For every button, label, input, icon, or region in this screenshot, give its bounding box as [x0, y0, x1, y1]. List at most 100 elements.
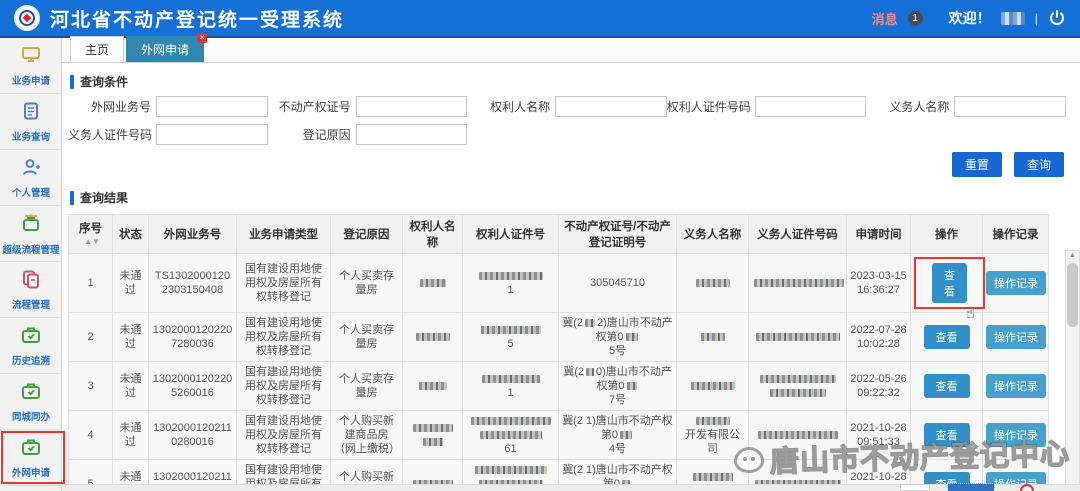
- sidebar-item-extra-8[interactable]: [0, 486, 61, 491]
- reset-button[interactable]: 重置: [952, 152, 1002, 177]
- cell-holder: [403, 313, 463, 362]
- app-header: 河北省不动产登记统一受理系统 消息 1 欢迎！ |: [0, 0, 1080, 38]
- redacted-text: [758, 431, 838, 439]
- sidebar-item-业务查询[interactable]: 业务查询: [0, 94, 61, 150]
- cell-seq: 2: [69, 313, 113, 362]
- cell-operation-record: 操作记录: [983, 411, 1049, 460]
- query-field-义务人证件号码: 义务人证件号码: [68, 124, 268, 145]
- table-row: 1未通过TS13020001202303150408国有建设用地使用权及房屋所有…: [69, 254, 1049, 313]
- view-button[interactable]: 查看: [932, 263, 967, 303]
- cell-holder_id: 61: [463, 411, 559, 460]
- redacted-text: [693, 473, 733, 481]
- field-input-义务人名称[interactable]: [954, 96, 1066, 117]
- column-header-权利人名称: 权利人名称: [403, 215, 463, 254]
- field-label: 权利人名称: [467, 98, 555, 115]
- cell-holder: [403, 362, 463, 411]
- cell-status: 未通过: [113, 254, 149, 313]
- cell-cert: 冀(2 1)唐山市不动产权第04号: [559, 411, 677, 460]
- cell-apply-time: 2022-05-2609:22:32: [847, 362, 911, 411]
- cell-reason: 个人买卖存量房: [331, 254, 403, 313]
- view-button[interactable]: 查看: [924, 325, 970, 349]
- operation-record-button[interactable]: 操作记录: [986, 271, 1046, 295]
- column-header-申请时间: 申请时间: [847, 215, 911, 254]
- tab-close-icon[interactable]: ×: [197, 33, 207, 43]
- tab-外网申请[interactable]: 外网申请×: [126, 36, 204, 62]
- field-input-权利人名称[interactable]: [555, 96, 667, 117]
- cell-type: 国有建设用地使用权及房屋所有权转移登记: [237, 362, 331, 411]
- cell-operation-record: 操作记录: [983, 254, 1049, 313]
- briefcase-icon: [20, 381, 42, 406]
- column-header-业务申请类型: 业务申请类型: [237, 215, 331, 254]
- sidebar-item-外网申请[interactable]: 外网申请: [0, 430, 61, 486]
- process-icon: [20, 212, 42, 239]
- query-field-登记原因: 登记原因: [268, 124, 468, 145]
- sidebar-item-历史追溯[interactable]: 历史追溯: [0, 318, 61, 374]
- briefcase-icon: [20, 325, 42, 350]
- search-button[interactable]: 查询: [1014, 152, 1064, 177]
- cell-holder_id: 5: [463, 313, 559, 362]
- results-scrollbar[interactable]: ▲ ▼: [1065, 250, 1080, 491]
- field-input-外网业务号[interactable]: [156, 96, 268, 117]
- cell-apply-time: 2023-03-1516:36:27: [847, 254, 911, 313]
- sort-icon[interactable]: ▲▼: [84, 237, 100, 246]
- cell-obligor_id: [749, 313, 847, 362]
- column-header-状态: 状态: [113, 215, 149, 254]
- redacted-text: [696, 417, 730, 425]
- app-title: 河北省不动产登记统一受理系统: [50, 5, 344, 32]
- operation-record-button[interactable]: 操作记录: [986, 374, 1046, 398]
- highlight-red-box: 查看☝: [914, 257, 985, 309]
- messages-count-badge[interactable]: 1: [908, 11, 923, 26]
- field-input-义务人证件号码[interactable]: [156, 124, 268, 145]
- query-form: 外网业务号不动产权证号权利人名称权利人证件号码义务人名称义务人证件号码登记原因: [68, 96, 1080, 152]
- field-input-登记原因[interactable]: [356, 124, 468, 145]
- sidebar-item-个人管理[interactable]: 个人管理: [0, 150, 61, 206]
- tab-主页[interactable]: 主页: [70, 36, 124, 62]
- table-row: 2未通过13020001202207280036国有建设用地使用权及房屋所有权转…: [69, 313, 1049, 362]
- view-button[interactable]: 查看: [924, 374, 970, 398]
- field-input-不动产权证号[interactable]: [356, 96, 468, 117]
- sidebar-item-超级流程管理[interactable]: 超级流程管理: [0, 206, 61, 262]
- cell-biz_no: TS13020001202303150408: [149, 254, 237, 313]
- redacted-text: [627, 382, 637, 390]
- column-header-操作: 操作: [911, 215, 983, 254]
- sidebar-item-label: 同城同办: [12, 408, 50, 422]
- redacted-text: [479, 272, 543, 280]
- cell-biz_no: 13020001202110280016: [149, 411, 237, 460]
- field-label: 外网业务号: [68, 98, 156, 115]
- column-header-义务人证件号码: 义务人证件号码: [749, 215, 847, 254]
- scrollbar-thumb[interactable]: [1067, 263, 1078, 327]
- sidebar-item-label: 业务查询: [12, 128, 50, 142]
- document-icon: [21, 101, 41, 126]
- sidebar-item-label: 超级流程管理: [2, 241, 59, 255]
- scroll-up-icon[interactable]: ▲: [1069, 251, 1076, 261]
- briefcase-icon: [20, 437, 42, 462]
- cell-reason: 个人购买新建商品房（网上缴税）: [331, 411, 403, 460]
- current-page-button[interactable]: [948, 484, 994, 491]
- cell-cert: 305045710: [559, 254, 677, 313]
- person-icon: [21, 157, 41, 182]
- page-button[interactable]: [900, 484, 930, 491]
- cell-status: 未通过: [113, 313, 149, 362]
- cell-biz_no: 13020001202205260016: [149, 362, 237, 411]
- view-button[interactable]: 查看: [924, 423, 970, 447]
- results-panel-title: 查询结果: [80, 189, 128, 206]
- sidebar-item-流程管理[interactable]: 流程管理: [0, 262, 61, 318]
- query-field-权利人证件号码: 权利人证件号码: [667, 96, 867, 117]
- operation-record-button[interactable]: 操作记录: [986, 325, 1046, 349]
- flow-doc-icon: [21, 269, 41, 294]
- sidebar-item-label: 流程管理: [12, 296, 50, 310]
- redacted-text: [696, 279, 730, 287]
- cell-operation: 查看: [911, 411, 983, 460]
- cell-seq: 3: [69, 362, 113, 411]
- logout-power-icon[interactable]: [1048, 9, 1066, 27]
- query-field-义务人名称: 义务人名称: [866, 96, 1066, 117]
- operation-record-button[interactable]: 操作记录: [986, 423, 1046, 447]
- column-header-序号[interactable]: 序号▲▼: [69, 215, 113, 254]
- sidebar-item-业务申请[interactable]: 业务申请: [0, 38, 61, 94]
- messages-link[interactable]: 消息: [872, 9, 898, 28]
- column-header-外网业务号: 外网业务号: [149, 215, 237, 254]
- sidebar-item-同城同办[interactable]: 同城同办: [0, 374, 61, 430]
- field-input-权利人证件号码[interactable]: [755, 96, 867, 117]
- cell-biz_no: 13020001202207280036: [149, 313, 237, 362]
- query-conditions-panel: 查询条件 外网业务号不动产权证号权利人名称权利人证件号码义务人名称义务人证件号码…: [68, 67, 1080, 183]
